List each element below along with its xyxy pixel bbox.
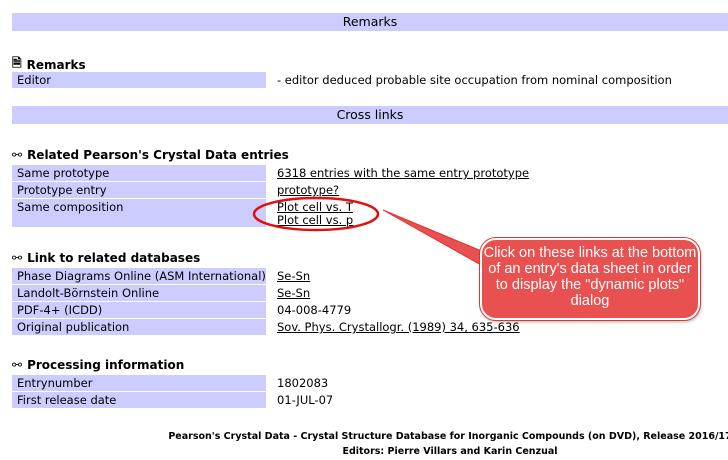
callout-bubble: Click on these links at the bottom of an… [480, 238, 700, 320]
callout-pointer [382, 209, 491, 272]
highlight-ellipse [252, 196, 380, 232]
annotation-overlay [252, 196, 491, 272]
